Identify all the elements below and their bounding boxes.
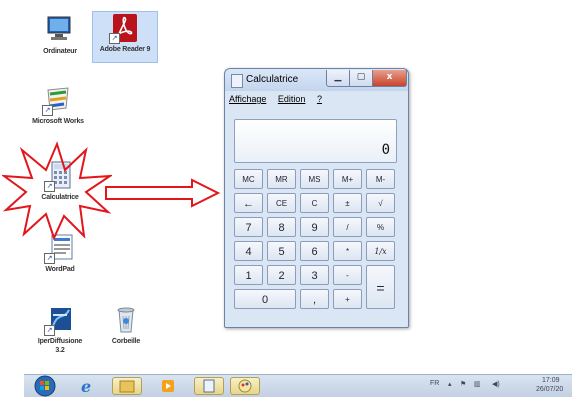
adobe-reader-icon: ↗ <box>107 12 143 44</box>
shortcut-arrow-icon: ↗ <box>109 33 120 44</box>
svg-text:e: e <box>81 377 91 395</box>
taskbar: e FR ▴ ⚑ ▥ ◀) 17:09 26/07/20 <box>24 374 572 397</box>
shortcut-arrow-icon: ↗ <box>42 105 53 116</box>
taskbar-explorer[interactable] <box>112 377 142 395</box>
desktop-icon-label: Microsoft Works <box>32 118 84 125</box>
computer-icon <box>42 14 78 46</box>
iperdiffusione-icon: ↗ <box>42 304 78 336</box>
desktop-icon-ordinateur[interactable]: Ordinateur <box>28 14 92 55</box>
key-2[interactable]: 2 <box>267 265 296 285</box>
flag-icon[interactable]: ⚑ <box>460 380 466 388</box>
calculator-window: Calculatrice ▁ ▢ x Affichage Edition ? 0… <box>224 68 409 328</box>
key-c[interactable]: C <box>300 193 329 213</box>
desktop-icon-iperdiffusione[interactable]: ↗ IperDiffusione 3.2 <box>28 304 92 354</box>
desktop-icon-adobe-reader[interactable]: ↗ Adobe Reader 9 <box>92 11 158 63</box>
menu-affichage[interactable]: Affichage <box>229 94 266 104</box>
calculator-display: 0 <box>234 119 397 163</box>
key-m-plus[interactable]: M+ <box>333 169 362 189</box>
show-hidden-icons[interactable]: ▴ <box>448 380 452 388</box>
recycle-bin-icon <box>108 304 144 336</box>
start-button[interactable] <box>34 375 56 397</box>
key-8[interactable]: 8 <box>267 217 296 237</box>
network-icon[interactable]: ▥ <box>474 380 481 388</box>
key-percent[interactable]: % <box>366 217 395 237</box>
key-add[interactable]: + <box>333 289 362 309</box>
desktop-icon-label-line2: 3.2 <box>55 347 65 354</box>
desktop-icon-label: Corbeille <box>111 338 141 345</box>
clock-time[interactable]: 17:09 <box>542 377 560 384</box>
desktop-icon-label: WordPad <box>45 266 75 273</box>
key-3[interactable]: 3 <box>300 265 329 285</box>
key-ms[interactable]: MS <box>300 169 329 189</box>
key-divide[interactable]: / <box>333 217 362 237</box>
menu-bar: Affichage Edition ? <box>229 94 331 108</box>
taskbar-calculator[interactable] <box>194 377 224 395</box>
language-indicator[interactable]: FR <box>430 380 439 387</box>
taskbar-internet-explorer[interactable]: e <box>72 377 102 396</box>
display-value: 0 <box>381 142 390 158</box>
key-reciprocal[interactable]: 1/x <box>366 241 395 261</box>
desktop-icon-label: Adobe Reader 9 <box>99 46 151 53</box>
desktop-icon-label: IperDiffusione <box>37 338 83 345</box>
key-multiply[interactable]: * <box>333 241 362 261</box>
maximize-button[interactable]: ▢ <box>349 70 373 87</box>
menu-help[interactable]: ? <box>317 94 322 104</box>
key-decimal[interactable]: , <box>300 289 329 309</box>
key-mc[interactable]: MC <box>234 169 263 189</box>
key-5[interactable]: 5 <box>267 241 296 261</box>
menu-edition[interactable]: Edition <box>278 94 306 104</box>
key-subtract[interactable]: - <box>333 265 362 285</box>
key-m-minus[interactable]: M- <box>366 169 395 189</box>
calculator-app-icon <box>231 74 243 88</box>
key-0[interactable]: 0 <box>234 289 296 309</box>
key-sqrt[interactable]: √ <box>366 193 395 213</box>
taskbar-paint[interactable] <box>230 377 260 395</box>
key-7[interactable]: 7 <box>234 217 263 237</box>
window-title: Calculatrice <box>246 74 299 85</box>
clock-date[interactable]: 26/07/20 <box>536 386 563 393</box>
shortcut-arrow-icon: ↗ <box>44 325 55 336</box>
shortcut-arrow-icon: ↗ <box>44 253 55 264</box>
microsoft-works-icon: ↗ <box>40 84 76 116</box>
key-mr[interactable]: MR <box>267 169 296 189</box>
key-9[interactable]: 9 <box>300 217 329 237</box>
key-backspace[interactable]: ← <box>234 193 263 213</box>
desktop-icon-label: Ordinateur <box>43 48 77 55</box>
highlight-starburst <box>2 141 112 240</box>
desktop-icon-microsoft-works[interactable]: ↗ Microsoft Works <box>26 84 90 125</box>
minimize-button[interactable]: ▁ <box>326 70 350 87</box>
close-button[interactable]: x <box>372 70 407 87</box>
pointer-arrow-icon <box>105 178 221 208</box>
volume-icon[interactable]: ◀) <box>492 380 500 388</box>
key-ce[interactable]: CE <box>267 193 296 213</box>
key-equals[interactable]: = <box>366 265 395 309</box>
desktop-icon-corbeille[interactable]: Corbeille <box>94 304 158 345</box>
key-1[interactable]: 1 <box>234 265 263 285</box>
title-bar[interactable]: Calculatrice ▁ ▢ x <box>225 69 408 91</box>
key-6[interactable]: 6 <box>300 241 329 261</box>
key-plus-minus[interactable]: ± <box>333 193 362 213</box>
key-4[interactable]: 4 <box>234 241 263 261</box>
taskbar-media-player[interactable] <box>152 377 182 395</box>
